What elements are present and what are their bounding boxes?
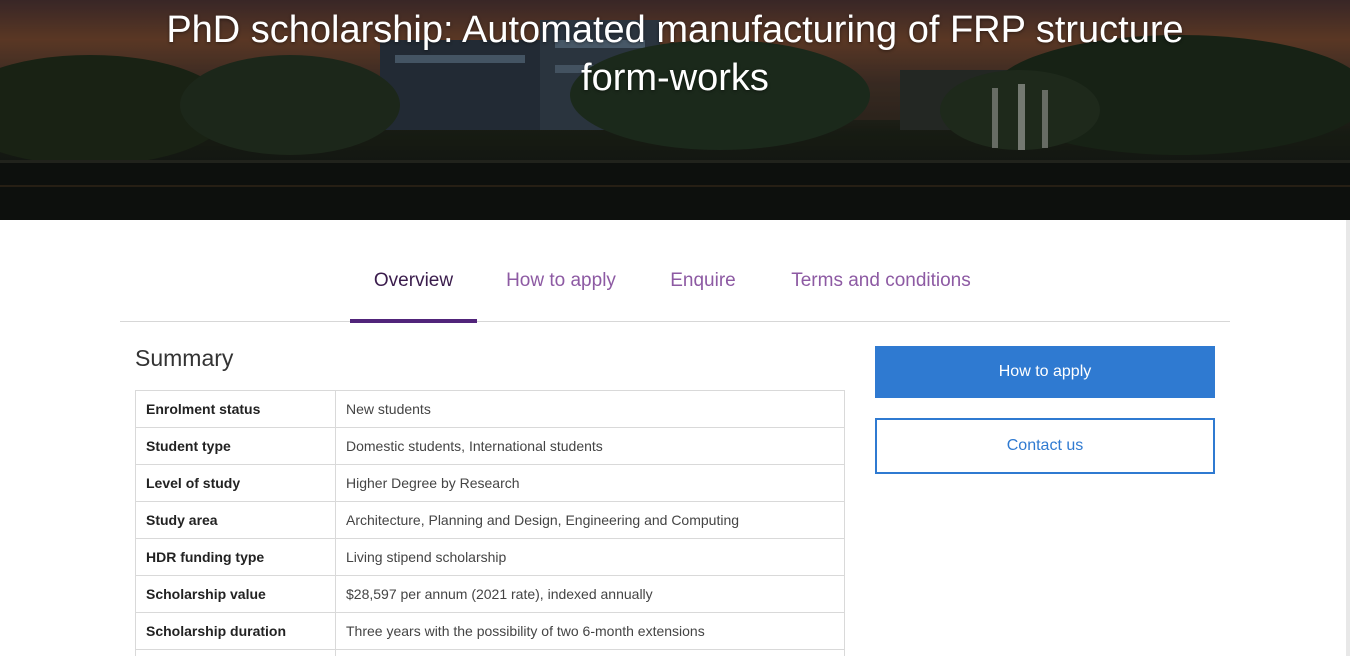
row-key-partial	[135, 649, 336, 656]
row-key: Level of study	[135, 464, 336, 502]
row-value: Architecture, Planning and Design, Engin…	[335, 501, 845, 539]
table-row	[135, 649, 845, 656]
row-value: Three years with the possibility of two …	[335, 612, 845, 650]
how-to-apply-button[interactable]: How to apply	[875, 346, 1215, 398]
row-key: Student type	[135, 427, 336, 465]
row-key: Scholarship value	[135, 575, 336, 613]
tab-enquire[interactable]: Enquire	[665, 240, 741, 322]
row-key: Study area	[135, 501, 336, 539]
summary-table: Enrolment status New students Student ty…	[135, 390, 845, 656]
table-row: Enrolment status New students	[135, 390, 845, 428]
row-key: HDR funding type	[135, 538, 336, 576]
row-value: Domestic students, International student…	[335, 427, 845, 465]
table-row: HDR funding type Living stipend scholars…	[135, 538, 845, 576]
page-title-line-2: form-works	[581, 57, 769, 99]
tab-bar: Overview How to apply Enquire Terms and …	[120, 240, 1230, 323]
page-title-line-1: PhD scholarship: Automated manufacturing…	[166, 9, 1184, 51]
row-value: Living stipend scholarship	[335, 538, 845, 576]
row-value: $28,597 per annum (2021 rate), indexed a…	[335, 575, 845, 613]
hero-banner: PhD scholarship: Automated manufacturing…	[0, 0, 1350, 220]
tab-terms-and-conditions[interactable]: Terms and conditions	[783, 240, 979, 322]
table-row: Student type Domestic students, Internat…	[135, 427, 845, 465]
row-key: Enrolment status	[135, 390, 336, 428]
contact-us-button[interactable]: Contact us	[875, 418, 1215, 474]
table-row: Study area Architecture, Planning and De…	[135, 501, 845, 539]
tab-how-to-apply[interactable]: How to apply	[501, 240, 621, 322]
table-row: Scholarship value $28,597 per annum (202…	[135, 575, 845, 613]
row-value: New students	[335, 390, 845, 428]
table-row: Scholarship duration Three years with th…	[135, 612, 845, 650]
page-title: PhD scholarship: Automated manufacturing…	[0, 6, 1350, 102]
page-scrollbar[interactable]	[1346, 220, 1350, 656]
row-key: Scholarship duration	[135, 612, 336, 650]
row-value: Higher Degree by Research	[335, 464, 845, 502]
tab-overview[interactable]: Overview	[350, 240, 477, 323]
table-row: Level of study Higher Degree by Research	[135, 464, 845, 502]
row-value-partial	[335, 649, 845, 656]
summary-heading: Summary	[135, 345, 234, 371]
